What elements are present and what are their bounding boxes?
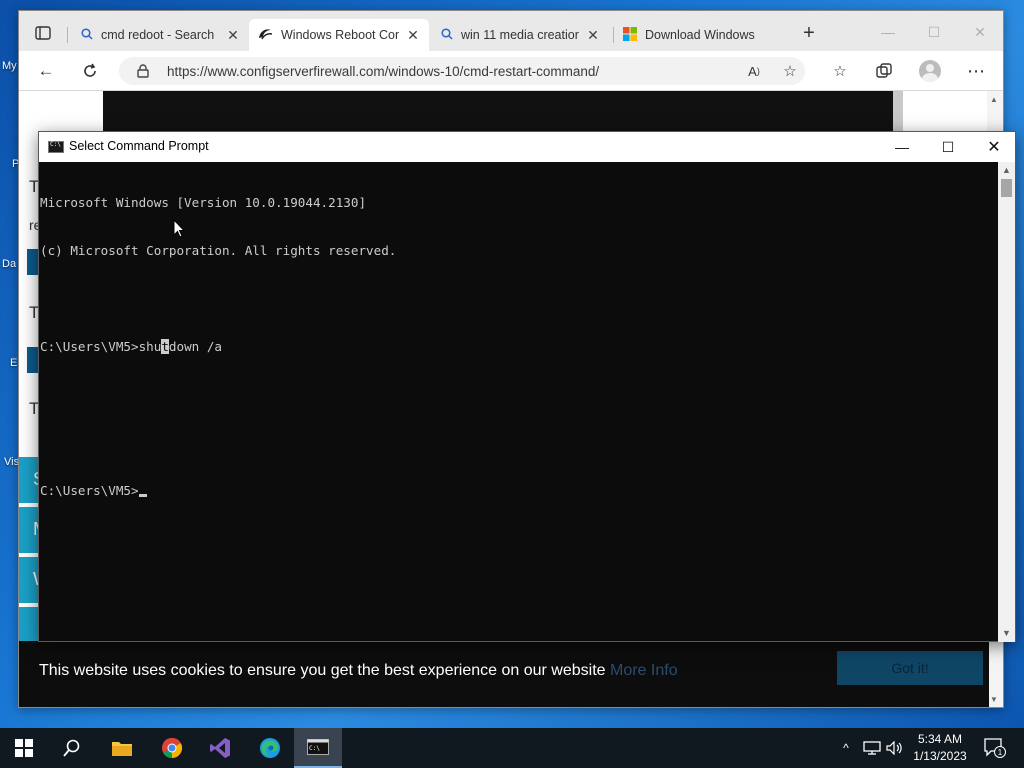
profile-avatar[interactable] — [919, 60, 941, 82]
scroll-up-icon[interactable]: ▲ — [990, 95, 998, 104]
chrome-button[interactable] — [148, 728, 196, 768]
command-prompt-window: Select Command Prompt — ☐ ✕ Microsoft Wi… — [38, 131, 1016, 642]
clock-date: 1/13/2023 — [913, 749, 967, 763]
url-field[interactable]: https://www.configserverfirewall.com/win… — [119, 57, 805, 85]
tab-strip: cmd redoot - Search ✕ Windows Reboot Con… — [19, 11, 1003, 51]
prompt-text: C:\Users\VM5> — [40, 483, 139, 498]
page-header-banner — [103, 91, 893, 133]
more-info-link[interactable]: More Info — [610, 662, 678, 679]
svg-text:C:\: C:\ — [309, 745, 320, 752]
page-nav-item[interactable]: S — [19, 457, 45, 503]
volume-icon[interactable] — [884, 728, 906, 768]
notifications-button[interactable]: 1 — [980, 728, 1010, 768]
edge-icon — [260, 738, 280, 758]
mouse-pointer-icon — [173, 219, 185, 238]
minimize-button[interactable]: — — [865, 19, 911, 45]
cookie-banner: This website uses cookies to ensure you … — [19, 641, 989, 707]
microsoft-logo-icon — [623, 26, 637, 44]
favorites-icon[interactable]: ☆ — [827, 59, 853, 83]
read-aloud-icon[interactable]: A) — [741, 59, 767, 83]
url-text: https://www.configserverfirewall.com/win… — [167, 64, 600, 79]
more-menu-icon[interactable]: ⋯ — [963, 59, 989, 83]
show-hidden-icons-button[interactable]: ^ — [836, 728, 856, 768]
tab-actions-icon[interactable] — [31, 23, 55, 43]
refresh-button[interactable] — [77, 59, 103, 83]
close-icon[interactable]: ✕ — [405, 27, 421, 44]
text-cursor — [138, 494, 147, 497]
cmd-icon — [48, 141, 64, 153]
command-prompt-button[interactable]: C:\ — [294, 728, 342, 768]
cmd-title-bar[interactable]: Select Command Prompt — ☐ ✕ — [39, 132, 1015, 162]
visual-studio-icon — [210, 738, 230, 758]
selection-highlight: t — [161, 339, 169, 354]
console-prompt-line: C:\Users\VM5> — [40, 483, 999, 499]
maximize-button[interactable]: ☐ — [925, 132, 971, 162]
search-icon — [63, 739, 80, 757]
got-it-button[interactable]: Got it! — [837, 651, 983, 685]
notification-count: 1 — [998, 748, 1003, 757]
tab-download-windows[interactable]: Download Windows 1 — [615, 19, 765, 51]
file-explorer-icon — [112, 742, 132, 756]
scroll-thumb[interactable] — [1001, 179, 1012, 197]
notification-icon: 1 — [984, 738, 1006, 758]
visual-studio-button[interactable] — [196, 728, 244, 768]
console-line: (c) Microsoft Corporation. All rights re… — [40, 243, 397, 258]
lock-icon — [137, 64, 149, 83]
close-button[interactable]: ✕ — [971, 132, 1017, 162]
scroll-down-icon[interactable]: ▼ — [990, 695, 998, 704]
cookie-message: This website uses cookies to ensure you … — [39, 662, 678, 679]
refresh-icon — [84, 63, 96, 77]
tab-separator — [67, 27, 68, 43]
cmd-window-title: Select Command Prompt — [69, 139, 209, 153]
console-line-command: C:\Users\VM5>shutdown /a — [40, 339, 222, 354]
tab-separator — [613, 27, 614, 43]
scroll-up-icon[interactable]: ▲ — [1002, 165, 1011, 175]
back-button[interactable]: ← — [33, 59, 59, 83]
network-icon[interactable] — [860, 728, 884, 768]
page-nav-item[interactable]: M — [19, 507, 48, 553]
desktop-icon-label[interactable]: Da — [2, 258, 16, 270]
inner-scroll-thumb[interactable] — [893, 91, 903, 133]
start-button[interactable] — [0, 728, 48, 768]
maximize-button[interactable]: ☐ — [911, 19, 957, 45]
desktop-icon-label[interactable]: Vis — [4, 456, 19, 468]
scroll-down-icon[interactable]: ▼ — [1002, 628, 1011, 638]
close-icon[interactable]: ✕ — [585, 27, 601, 44]
add-favorite-icon[interactable]: ☆ — [777, 59, 803, 83]
tab-title: Windows Reboot Con — [281, 28, 399, 42]
tab-windows-reboot[interactable]: Windows Reboot Con ✕ — [249, 19, 429, 51]
search-icon — [441, 27, 453, 43]
tab-title: Download Windows 1 — [645, 28, 757, 42]
tab-title: cmd redoot - Search — [101, 28, 215, 42]
cmd-icon: C:\ — [307, 739, 329, 755]
tab-search-cmd[interactable]: cmd redoot - Search ✕ — [73, 19, 249, 51]
desktop-icon-label[interactable]: My — [2, 60, 17, 72]
taskbar: C:\ ^ 5:34 AM 1/13/2023 1 — [0, 728, 1024, 768]
page-nav-item[interactable] — [19, 607, 39, 641]
close-button[interactable]: ✕ — [957, 19, 1003, 45]
minimize-button[interactable]: — — [879, 132, 925, 162]
new-tab-button[interactable]: + — [797, 22, 821, 44]
file-explorer-button[interactable] — [98, 728, 146, 768]
clock[interactable]: 5:34 AM 1/13/2023 — [908, 731, 972, 765]
edge-button[interactable] — [246, 728, 294, 768]
desktop-icon-label[interactable]: E — [10, 357, 17, 369]
chrome-icon — [162, 737, 183, 759]
site-favicon-icon — [257, 27, 273, 44]
address-bar: ← https://www.configserverfirewall.com/w… — [19, 51, 1003, 91]
start-icon — [15, 739, 33, 757]
console-line: Microsoft Windows [Version 10.0.19044.21… — [40, 195, 367, 210]
tab-win11-media[interactable]: win 11 media creatior ✕ — [433, 19, 609, 51]
tab-title: win 11 media creatior — [461, 28, 579, 42]
page-nav-item[interactable]: W — [19, 557, 50, 603]
collections-icon[interactable] — [871, 59, 897, 83]
search-icon — [81, 27, 93, 43]
close-icon[interactable]: ✕ — [225, 27, 241, 44]
cmd-scrollbar[interactable]: ▲ ▼ — [998, 162, 1015, 642]
search-button[interactable] — [48, 728, 96, 768]
clock-time: 5:34 AM — [917, 732, 963, 746]
